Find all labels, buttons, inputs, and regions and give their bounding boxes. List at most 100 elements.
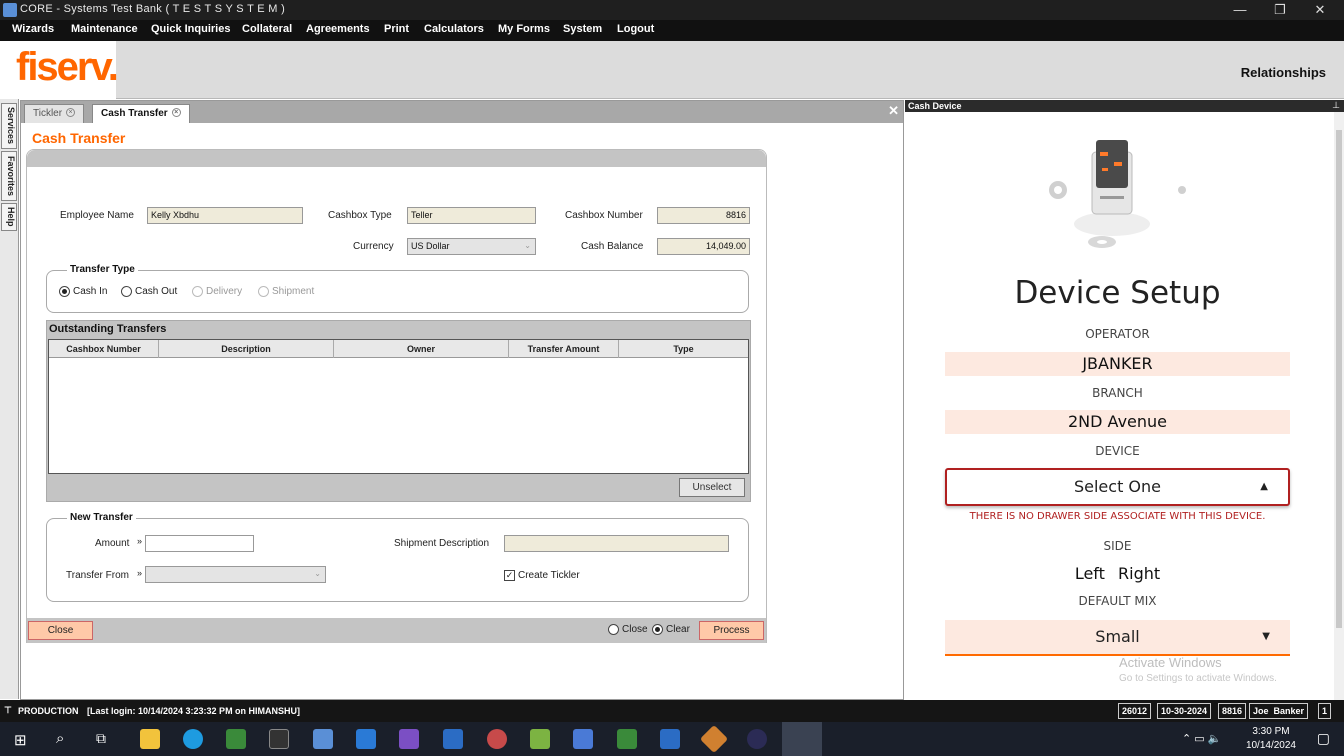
menu-calculators[interactable]: Calculators xyxy=(424,23,484,35)
radio-after-close[interactable]: Close xyxy=(608,624,648,635)
app-icon-blue[interactable] xyxy=(443,729,463,749)
close-window-icon[interactable]: ✕ xyxy=(1300,0,1340,20)
vscode-icon[interactable] xyxy=(356,729,376,749)
side-tab-favorites[interactable]: Favorites xyxy=(1,151,17,201)
radio-delivery[interactable]: Delivery xyxy=(192,286,242,297)
device-panel-header: Cash Device ⊥ xyxy=(905,100,1344,112)
edge-icon[interactable] xyxy=(183,729,203,749)
device-error-message: THERE IS NO DRAWER SIDE ASSOCIATE WITH T… xyxy=(969,511,1266,522)
status-box-user: Joe Banker xyxy=(1249,703,1309,719)
device-panel-title: Cash Device xyxy=(908,101,962,111)
menu-agreements[interactable]: Agreements xyxy=(306,23,370,35)
currency-select[interactable]: US Dollar ⌄ xyxy=(407,238,536,255)
pin-status-icon: ⊤ xyxy=(4,705,12,715)
app-icon-window[interactable] xyxy=(660,729,680,749)
environment-label: PRODUCTION xyxy=(18,706,79,716)
shipment-description-field[interactable] xyxy=(504,535,729,552)
cash-balance-label: Cash Balance xyxy=(581,241,644,252)
menu-my-forms[interactable]: My Forms xyxy=(498,23,550,35)
default-mix-select[interactable]: Small ▼ xyxy=(945,620,1290,656)
eclipse-icon[interactable] xyxy=(747,729,767,749)
form-action-bar: Close Close Clear Process xyxy=(27,618,766,643)
col-description[interactable]: Description xyxy=(159,340,334,358)
tray-icons[interactable]: ⌃ ▭ 🔈 xyxy=(1182,732,1221,745)
tab-label: Tickler xyxy=(33,108,63,119)
tab-tickler[interactable]: Tickler × xyxy=(24,104,85,123)
amount-marker: » xyxy=(137,536,143,546)
app-icon-red[interactable] xyxy=(487,729,507,749)
taskbar: ⊞ ⌕ ⧉ ⌃ ▭ 🔈 3:30 PM 10/14/2024 ▢ xyxy=(0,722,1344,756)
outstanding-transfers-table[interactable]: Cashbox Number Description Owner Transfe… xyxy=(48,339,749,474)
device-label: DEVICE xyxy=(1095,444,1140,458)
core-app-icon[interactable] xyxy=(313,729,333,749)
process-button[interactable]: Process xyxy=(699,621,764,640)
radio-cash-out[interactable]: Cash Out xyxy=(121,286,177,297)
menu-logout[interactable]: Logout xyxy=(617,23,654,35)
side-left-option[interactable]: Left xyxy=(1075,564,1105,583)
pin-icon[interactable]: ⊥ xyxy=(1332,100,1340,111)
maximize-icon[interactable]: ❐ xyxy=(1260,0,1300,20)
radio-after-clear[interactable]: Clear xyxy=(652,624,690,635)
outstanding-transfers-title: Outstanding Transfers xyxy=(49,323,167,335)
col-cashbox-number[interactable]: Cashbox Number xyxy=(49,340,159,358)
cashbox-type-field[interactable]: Teller xyxy=(407,207,536,224)
close-button[interactable]: Close xyxy=(28,621,93,640)
relationships-link[interactable]: Relationships xyxy=(1241,65,1326,80)
col-owner[interactable]: Owner xyxy=(334,340,509,358)
activate-windows-title: Activate Windows xyxy=(1119,655,1222,670)
cash-balance-field[interactable]: 14,049.00 xyxy=(657,238,750,255)
cashbox-type-label: Cashbox Type xyxy=(328,210,392,221)
main-panel: Tickler × Cash Transfer × ✕ Cash Transfer … xyxy=(20,100,904,700)
side-options: Left Right xyxy=(905,564,1330,583)
new-transfer-legend: New Transfer xyxy=(67,512,136,523)
menu-bar: Wizards Maintenance Quick Inquiries Coll… xyxy=(0,20,1344,41)
close-panel-icon[interactable]: ✕ xyxy=(888,103,899,119)
visual-studio-icon[interactable] xyxy=(399,729,419,749)
cashbox-number-label: Cashbox Number xyxy=(565,210,643,221)
transfer-from-select[interactable]: ⌄ xyxy=(145,566,326,583)
tab-cash-transfer[interactable]: Cash Transfer × xyxy=(92,104,190,123)
git-icon[interactable] xyxy=(699,724,729,754)
menu-maintenance[interactable]: Maintenance xyxy=(71,23,138,35)
file-explorer-icon[interactable] xyxy=(140,729,160,749)
menu-quick-inquiries[interactable]: Quick Inquiries xyxy=(151,23,230,35)
menu-wizards[interactable]: Wizards xyxy=(12,23,54,35)
minimize-icon[interactable]: — xyxy=(1220,0,1260,20)
amount-input[interactable] xyxy=(145,535,254,552)
status-box-cashbox: 8816 xyxy=(1218,703,1247,719)
radio-shipment[interactable]: Shipment xyxy=(258,286,314,297)
side-tab-services[interactable]: Services xyxy=(1,103,17,149)
branch-value: 2ND Avenue xyxy=(945,410,1290,434)
radio-cash-in[interactable]: Cash In xyxy=(59,286,107,297)
search-icon[interactable]: ⌕ xyxy=(56,730,64,747)
notifications-icon[interactable]: ▢ xyxy=(1317,730,1330,747)
close-tab-icon[interactable]: × xyxy=(66,108,76,117)
checkbox-icon[interactable]: ✓ xyxy=(504,570,515,581)
side-tab-help[interactable]: Help xyxy=(1,203,17,231)
app-icon-green[interactable] xyxy=(226,729,246,749)
employee-name-field[interactable]: Kelly Xbdhu xyxy=(147,207,303,224)
menu-print[interactable]: Print xyxy=(384,23,409,35)
col-transfer-amount[interactable]: Transfer Amount xyxy=(509,340,619,358)
app-icon-play[interactable] xyxy=(617,729,637,749)
taskbar-clock[interactable]: 3:30 PM 10/14/2024 xyxy=(1246,725,1296,753)
terminal-icon[interactable] xyxy=(269,729,289,749)
create-tickler-checkbox[interactable]: ✓ Create Tickler xyxy=(504,570,580,581)
task-view-icon[interactable]: ⧉ xyxy=(96,730,106,747)
menu-system[interactable]: System xyxy=(563,23,602,35)
core-app-active-icon[interactable] xyxy=(782,722,822,756)
unselect-button[interactable]: Unselect xyxy=(679,478,745,497)
app-icon-chart[interactable] xyxy=(530,729,550,749)
app-icon-doc[interactable] xyxy=(573,729,593,749)
windows-start-icon[interactable]: ⊞ xyxy=(14,731,27,749)
employee-name-label: Employee Name xyxy=(60,210,134,221)
close-tab-icon[interactable]: × xyxy=(171,108,181,117)
col-type[interactable]: Type xyxy=(619,340,748,358)
operator-label: OPERATOR xyxy=(1085,327,1150,341)
side-right-option[interactable]: Right xyxy=(1118,564,1160,583)
device-select[interactable]: Select One ▲ xyxy=(945,468,1290,506)
menu-collateral[interactable]: Collateral xyxy=(242,23,292,35)
default-mix-value: Small xyxy=(1095,627,1140,646)
cashbox-number-field[interactable]: 8816 xyxy=(657,207,750,224)
scrollbar[interactable] xyxy=(1334,112,1344,700)
